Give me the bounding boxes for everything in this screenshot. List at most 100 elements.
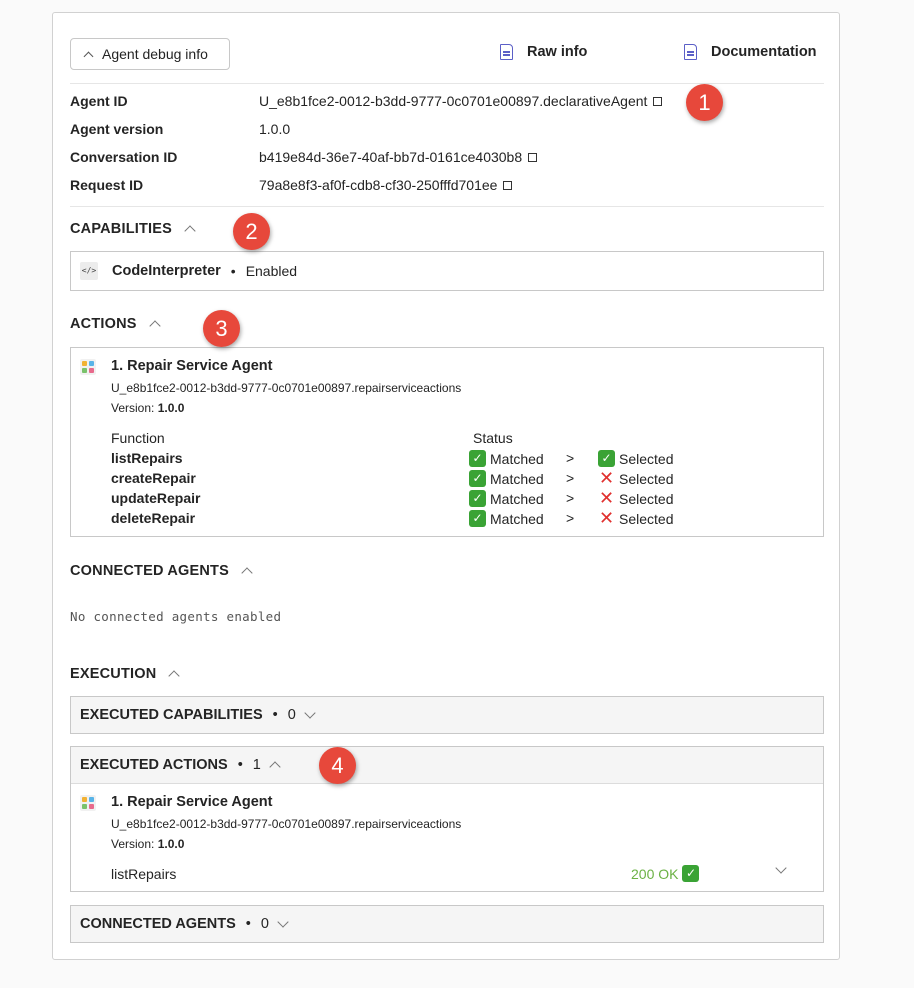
info-row-request-id: Request ID 79a8e8f3-af0f-cdb8-cf30-250ff… [70,175,513,195]
executed-actions-body: 1. Repair Service Agent U_e8b1fce2-0012-… [71,783,823,891]
info-value: 79a8e8f3-af0f-cdb8-cf30-250fffd701ee [259,177,513,193]
separator-dot: • [272,707,278,723]
copy-icon[interactable] [653,96,663,106]
matched-status: ✓ Matched [469,490,544,507]
column-header-status: Status [473,430,513,446]
separator-dot: • [230,263,236,279]
version-label: Version: [111,401,155,415]
selected-status: ✕ Selected [598,469,674,487]
section-title: CAPABILITIES [70,221,173,237]
chevron-up-icon[interactable] [184,225,196,237]
check-icon: ✓ [469,490,486,507]
version-label: Version: [111,837,155,851]
info-row-agent-id: Agent ID U_e8b1fce2-0012-b3dd-9777-0c070… [70,91,663,111]
check-icon: ✓ [469,450,486,467]
executed-capabilities-count: 0 [287,707,296,723]
actions-box: 1. Repair Service Agent U_e8b1fce2-0012-… [70,347,824,537]
function-name: updateRepair [111,490,201,506]
copy-icon[interactable] [528,152,538,162]
raw-info-link[interactable]: Raw info [500,44,587,60]
info-row-agent-version: Agent version 1.0.0 [70,119,290,139]
info-value: U_e8b1fce2-0012-b3dd-9777-0c0701e00897.d… [259,93,663,109]
chevron-down-icon[interactable] [775,862,787,874]
executed-connected-agents-count: 0 [260,916,269,932]
functions-header-row: Function Status [111,430,711,450]
function-name: createRepair [111,470,196,486]
code-icon: </> [80,262,98,280]
chevron-up-icon[interactable] [148,320,161,332]
capability-state: Enabled [245,263,298,279]
raw-info-label: Raw info [527,44,588,60]
version-value: 1.0.0 [157,837,185,851]
selected-label: Selected [619,510,674,527]
executed-actions-title: EXECUTED ACTIONS [80,757,228,773]
chevron-up-icon[interactable] [269,761,281,773]
selected-label: Selected [619,470,674,487]
separator-dot: • [245,916,251,932]
agent-app-icon [80,795,96,811]
chevron-down-icon[interactable] [277,916,289,928]
matched-label: Matched [490,510,544,527]
divider [70,206,824,207]
executed-actions-box: EXECUTED ACTIONS • 1 1. Repair Service A… [70,746,824,892]
info-label: Conversation ID [70,149,178,165]
separator-dot: • [237,757,243,773]
connected-agents-section-header[interactable]: CONNECTED AGENTS [70,563,253,579]
selected-label: Selected [619,450,674,467]
callout-badge: 1 [686,84,723,121]
agent-action-id: U_e8b1fce2-0012-b3dd-9777-0c0701e00897.r… [111,381,462,395]
function-row: createRepair ✓ Matched > ✕ Selected [111,469,711,490]
executed-actions-header[interactable]: EXECUTED ACTIONS • 1 [71,747,823,783]
execution-section-header[interactable]: EXECUTION [70,666,181,682]
divider [70,83,824,84]
document-icon [500,44,513,60]
actions-section-header[interactable]: ACTIONS [70,316,161,332]
agent-name: 1. Repair Service Agent [111,794,273,810]
capabilities-section-header[interactable]: CAPABILITIES [70,221,196,237]
arrow-separator: > [566,510,575,526]
capability-item: </> CodeInterpreter • Enabled [80,262,297,280]
callout-badge: 3 [203,310,240,347]
agent-version-value: 1.0.0 [259,121,291,137]
arrow-separator: > [566,490,575,506]
selected-label: Selected [619,490,674,507]
selected-status: ✕ Selected [598,488,674,508]
callout-badge: 4 [319,747,356,784]
function-row: listRepairs ✓ Matched > ✓ Selected [111,450,711,470]
info-label: Agent ID [70,93,128,109]
copy-icon[interactable] [503,180,513,190]
function-name: deleteRepair [111,510,196,526]
chevron-up-icon[interactable] [168,670,181,682]
check-icon: ✓ [469,470,486,487]
callout-badge: 2 [233,213,270,250]
column-header-function: Function [111,430,165,446]
executed-connected-agents-header[interactable]: CONNECTED AGENTS • 0 [71,906,823,942]
function-name: listRepairs [111,450,183,466]
function-row: deleteRepair ✓ Matched > ✕ Selected [111,509,711,530]
check-icon: ✓ [682,865,700,882]
conversation-id-value: b419e84d-36e7-40af-bb7d-0161ce4030b8 [259,149,523,165]
document-icon [684,44,697,60]
selected-status: ✓ Selected [598,450,673,467]
agent-debug-info-toggle-button[interactable]: Agent debug info [70,38,230,70]
matched-label: Matched [490,450,544,467]
chevron-up-icon[interactable] [241,567,253,579]
executed-call-name: listRepairs [111,866,177,882]
executed-connected-agents-title: CONNECTED AGENTS [80,916,236,932]
executed-capabilities-box: EXECUTED CAPABILITIES • 0 [70,696,824,734]
matched-status: ✓ Matched [469,450,544,467]
cross-icon: ✕ [598,488,615,508]
check-icon: ✓ [598,450,615,467]
capability-name: CodeInterpreter [112,263,221,279]
section-title: ACTIONS [70,316,137,332]
agent-name: 1. Repair Service Agent [111,358,273,374]
arrow-separator: > [566,450,575,466]
executed-actions-count: 1 [252,757,261,773]
capabilities-box: </> CodeInterpreter • Enabled [70,251,824,291]
executed-capabilities-header[interactable]: EXECUTED CAPABILITIES • 0 [71,697,823,733]
chevron-down-icon[interactable] [304,707,316,719]
info-value: b419e84d-36e7-40af-bb7d-0161ce4030b8 [259,149,538,165]
documentation-link[interactable]: Documentation [684,44,817,60]
matched-status: ✓ Matched [469,470,544,487]
matched-label: Matched [490,490,544,507]
